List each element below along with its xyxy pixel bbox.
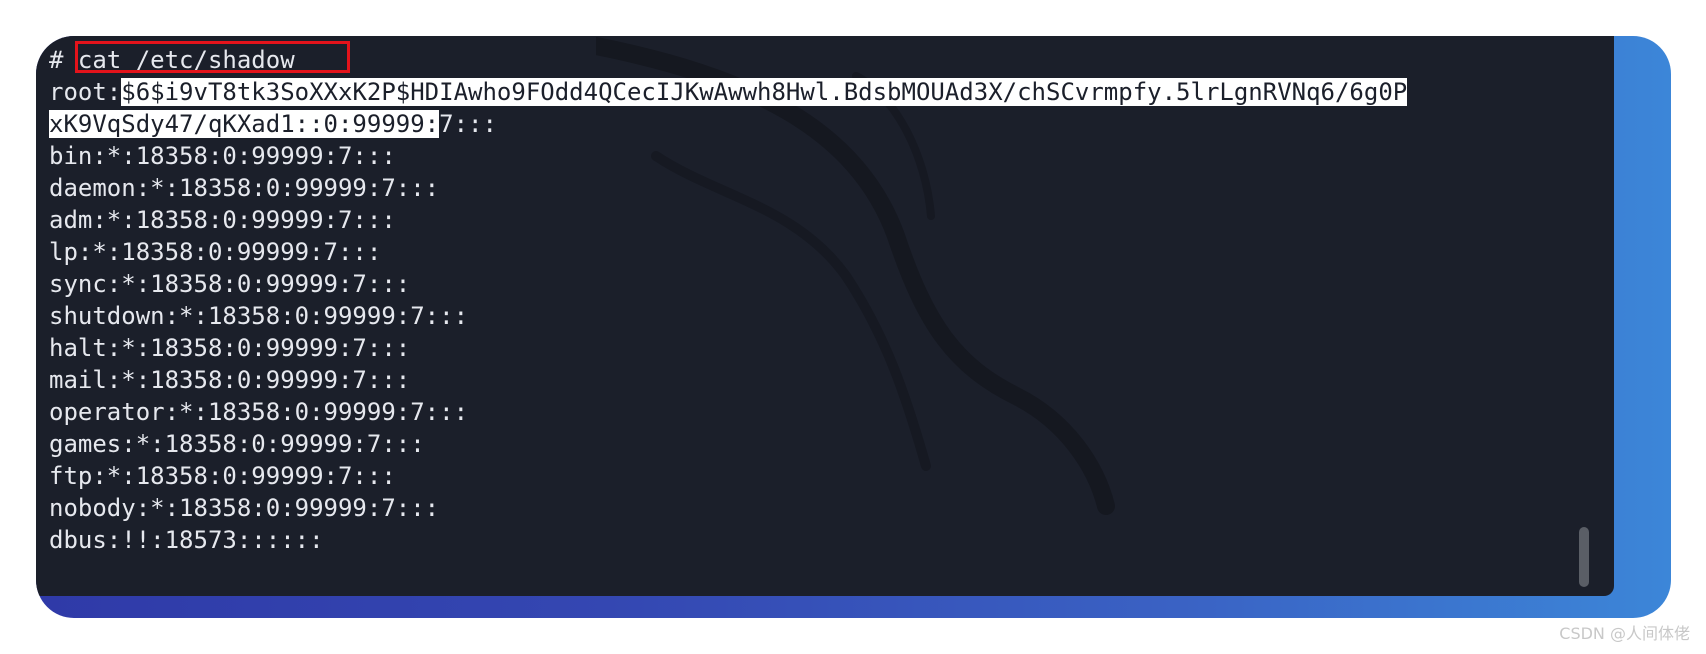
root-line-2-rest: 7:::: [439, 110, 497, 138]
root-line-1: root:$6$i9vT8tk3SoXXxK2P$HDIAwho9FOdd4QC…: [49, 76, 1574, 108]
shadow-line: lp:*:18358:0:99999:7:::: [49, 238, 382, 266]
shadow-line: dbus:!!:18573::::::: [49, 526, 324, 554]
shadow-line: operator:*:18358:0:99999:7:::: [49, 398, 469, 426]
terminal-window[interactable]: # cat /etc/shadow root:$6$i9vT8tk3SoXXxK…: [36, 36, 1614, 596]
csdn-watermark: CSDN @人间体佬: [1559, 624, 1690, 643]
terminal-output: # cat /etc/shadow root:$6$i9vT8tk3SoXXxK…: [49, 44, 1574, 556]
shadow-line: nobody:*:18358:0:99999:7:::: [49, 494, 440, 522]
shadow-line: sync:*:18358:0:99999:7:::: [49, 270, 411, 298]
shadow-line: mail:*:18358:0:99999:7:::: [49, 366, 411, 394]
prompt: #: [49, 46, 78, 74]
shadow-line: daemon:*:18358:0:99999:7:::: [49, 174, 440, 202]
desktop-background: # cat /etc/shadow root:$6$i9vT8tk3SoXXxK…: [36, 36, 1671, 618]
shadow-line: halt:*:18358:0:99999:7:::: [49, 334, 411, 362]
root-hash-selected-cont[interactable]: xK9VqSdy47/qKXad1::0:99999:: [49, 110, 440, 138]
command-highlight-box: [75, 41, 350, 73]
terminal-scrollbar[interactable]: [1579, 527, 1589, 587]
root-line-2: xK9VqSdy47/qKXad1::0:99999:7:::: [49, 108, 1574, 140]
shadow-line: adm:*:18358:0:99999:7:::: [49, 206, 396, 234]
shadow-line: bin:*:18358:0:99999:7:::: [49, 142, 396, 170]
root-user: root:: [49, 78, 122, 106]
root-hash-selected[interactable]: $6$i9vT8tk3SoXXxK2P$HDIAwho9FOdd4QCecIJK…: [121, 78, 1408, 106]
shadow-line: shutdown:*:18358:0:99999:7:::: [49, 302, 469, 330]
shadow-line: games:*:18358:0:99999:7:::: [49, 430, 425, 458]
shadow-line: ftp:*:18358:0:99999:7:::: [49, 462, 396, 490]
